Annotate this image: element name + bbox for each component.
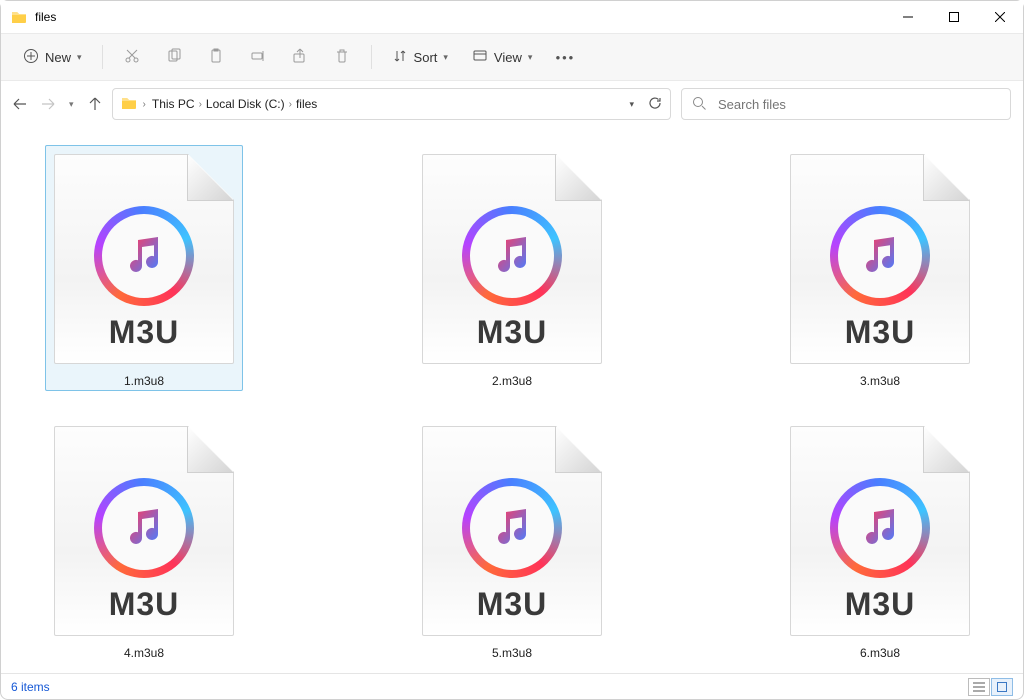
cut-button[interactable]	[113, 40, 151, 74]
copy-button[interactable]	[155, 40, 193, 74]
search-box[interactable]	[681, 88, 1011, 120]
file-thumbnail: M3U	[784, 420, 976, 642]
file-name: 3.m3u8	[860, 374, 900, 388]
folder-icon	[121, 95, 137, 114]
status-bar: 6 items	[1, 673, 1023, 699]
file-item[interactable]: M3U 3.m3u8	[781, 145, 979, 391]
chevron-right-icon: ›	[143, 99, 146, 110]
address-bar[interactable]: › This PC › Local Disk (C:) › files ▾	[112, 88, 671, 120]
file-item[interactable]: M3U 6.m3u8	[781, 417, 979, 663]
file-type-badge: M3U	[477, 586, 548, 623]
rename-button[interactable]	[239, 40, 277, 74]
ellipsis-icon: •••	[556, 50, 576, 65]
recent-locations-button[interactable]: ▾	[69, 99, 74, 110]
file-name: 6.m3u8	[860, 646, 900, 660]
separator	[102, 45, 103, 69]
nav-arrows: ▾	[13, 97, 102, 111]
file-thumbnail: M3U	[48, 148, 240, 370]
music-app-icon	[830, 206, 930, 306]
breadcrumb-root[interactable]: This PC	[152, 97, 195, 111]
file-type-badge: M3U	[845, 586, 916, 623]
new-label: New	[45, 50, 71, 65]
clipboard-icon	[208, 48, 224, 67]
file-grid: M3U 1.m3u8 M3U 2.m3u8 M3U 3.m3u8	[15, 145, 1009, 663]
sort-button[interactable]: Sort ▾	[382, 40, 458, 74]
file-type-badge: M3U	[109, 314, 180, 351]
file-name: 1.m3u8	[124, 374, 164, 388]
up-button[interactable]	[88, 97, 102, 111]
details-view-button[interactable]	[968, 678, 990, 696]
music-app-icon	[462, 206, 562, 306]
chevron-down-icon: ▾	[77, 52, 82, 63]
view-icon	[472, 48, 488, 67]
breadcrumb: This PC › Local Disk (C:) › files	[152, 97, 624, 111]
chevron-right-icon: ›	[199, 99, 202, 110]
music-app-icon	[830, 478, 930, 578]
separator	[371, 45, 372, 69]
refresh-button[interactable]	[648, 96, 662, 113]
file-item[interactable]: M3U 2.m3u8	[413, 145, 611, 391]
breadcrumb-drive[interactable]: Local Disk (C:)	[206, 97, 285, 111]
file-thumbnail: M3U	[48, 420, 240, 642]
window-title: files	[35, 10, 56, 24]
view-button[interactable]: View ▾	[462, 40, 542, 74]
share-button[interactable]	[281, 40, 319, 74]
chevron-down-icon: ▾	[528, 52, 533, 63]
plus-circle-icon	[23, 48, 39, 67]
window-controls	[885, 1, 1023, 33]
file-pane[interactable]: M3U 1.m3u8 M3U 2.m3u8 M3U 3.m3u8	[1, 127, 1023, 673]
rename-icon	[250, 48, 266, 67]
music-app-icon	[462, 478, 562, 578]
file-item[interactable]: M3U 5.m3u8	[413, 417, 611, 663]
file-thumbnail: M3U	[784, 148, 976, 370]
address-dropdown-button[interactable]: ▾	[629, 99, 634, 110]
maximize-button[interactable]	[931, 1, 977, 33]
search-icon	[692, 96, 706, 113]
nav-row: ▾ › This PC › Local Disk (C:) › files ▾	[1, 81, 1023, 127]
close-button[interactable]	[977, 1, 1023, 33]
status-item-count: 6 items	[11, 680, 50, 694]
trash-icon	[334, 48, 350, 67]
file-type-badge: M3U	[477, 314, 548, 351]
view-switcher	[968, 678, 1013, 696]
search-input[interactable]	[716, 96, 1000, 113]
scissors-icon	[124, 48, 140, 67]
paste-button[interactable]	[197, 40, 235, 74]
file-type-badge: M3U	[845, 314, 916, 351]
sort-label: Sort	[414, 50, 438, 65]
minimize-button[interactable]	[885, 1, 931, 33]
sort-icon	[392, 48, 408, 67]
file-thumbnail: M3U	[416, 420, 608, 642]
toolbar: New ▾ Sort ▾ View ▾ •••	[1, 33, 1023, 81]
file-name: 5.m3u8	[492, 646, 532, 660]
breadcrumb-folder[interactable]: files	[296, 97, 317, 111]
file-thumbnail: M3U	[416, 148, 608, 370]
music-app-icon	[94, 206, 194, 306]
music-app-icon	[94, 478, 194, 578]
copy-icon	[166, 48, 182, 67]
view-label: View	[494, 50, 522, 65]
folder-icon	[11, 9, 27, 25]
new-button[interactable]: New ▾	[13, 40, 92, 74]
forward-button[interactable]	[41, 97, 55, 111]
share-icon	[292, 48, 308, 67]
file-name: 2.m3u8	[492, 374, 532, 388]
delete-button[interactable]	[323, 40, 361, 74]
chevron-down-icon: ▾	[443, 52, 448, 63]
file-item[interactable]: M3U 1.m3u8	[45, 145, 243, 391]
file-item[interactable]: M3U 4.m3u8	[45, 417, 243, 663]
chevron-right-icon: ›	[289, 99, 292, 110]
file-type-badge: M3U	[109, 586, 180, 623]
file-name: 4.m3u8	[124, 646, 164, 660]
thumbnails-view-button[interactable]	[991, 678, 1013, 696]
more-button[interactable]: •••	[546, 40, 584, 74]
titlebar: files	[1, 1, 1023, 33]
back-button[interactable]	[13, 97, 27, 111]
